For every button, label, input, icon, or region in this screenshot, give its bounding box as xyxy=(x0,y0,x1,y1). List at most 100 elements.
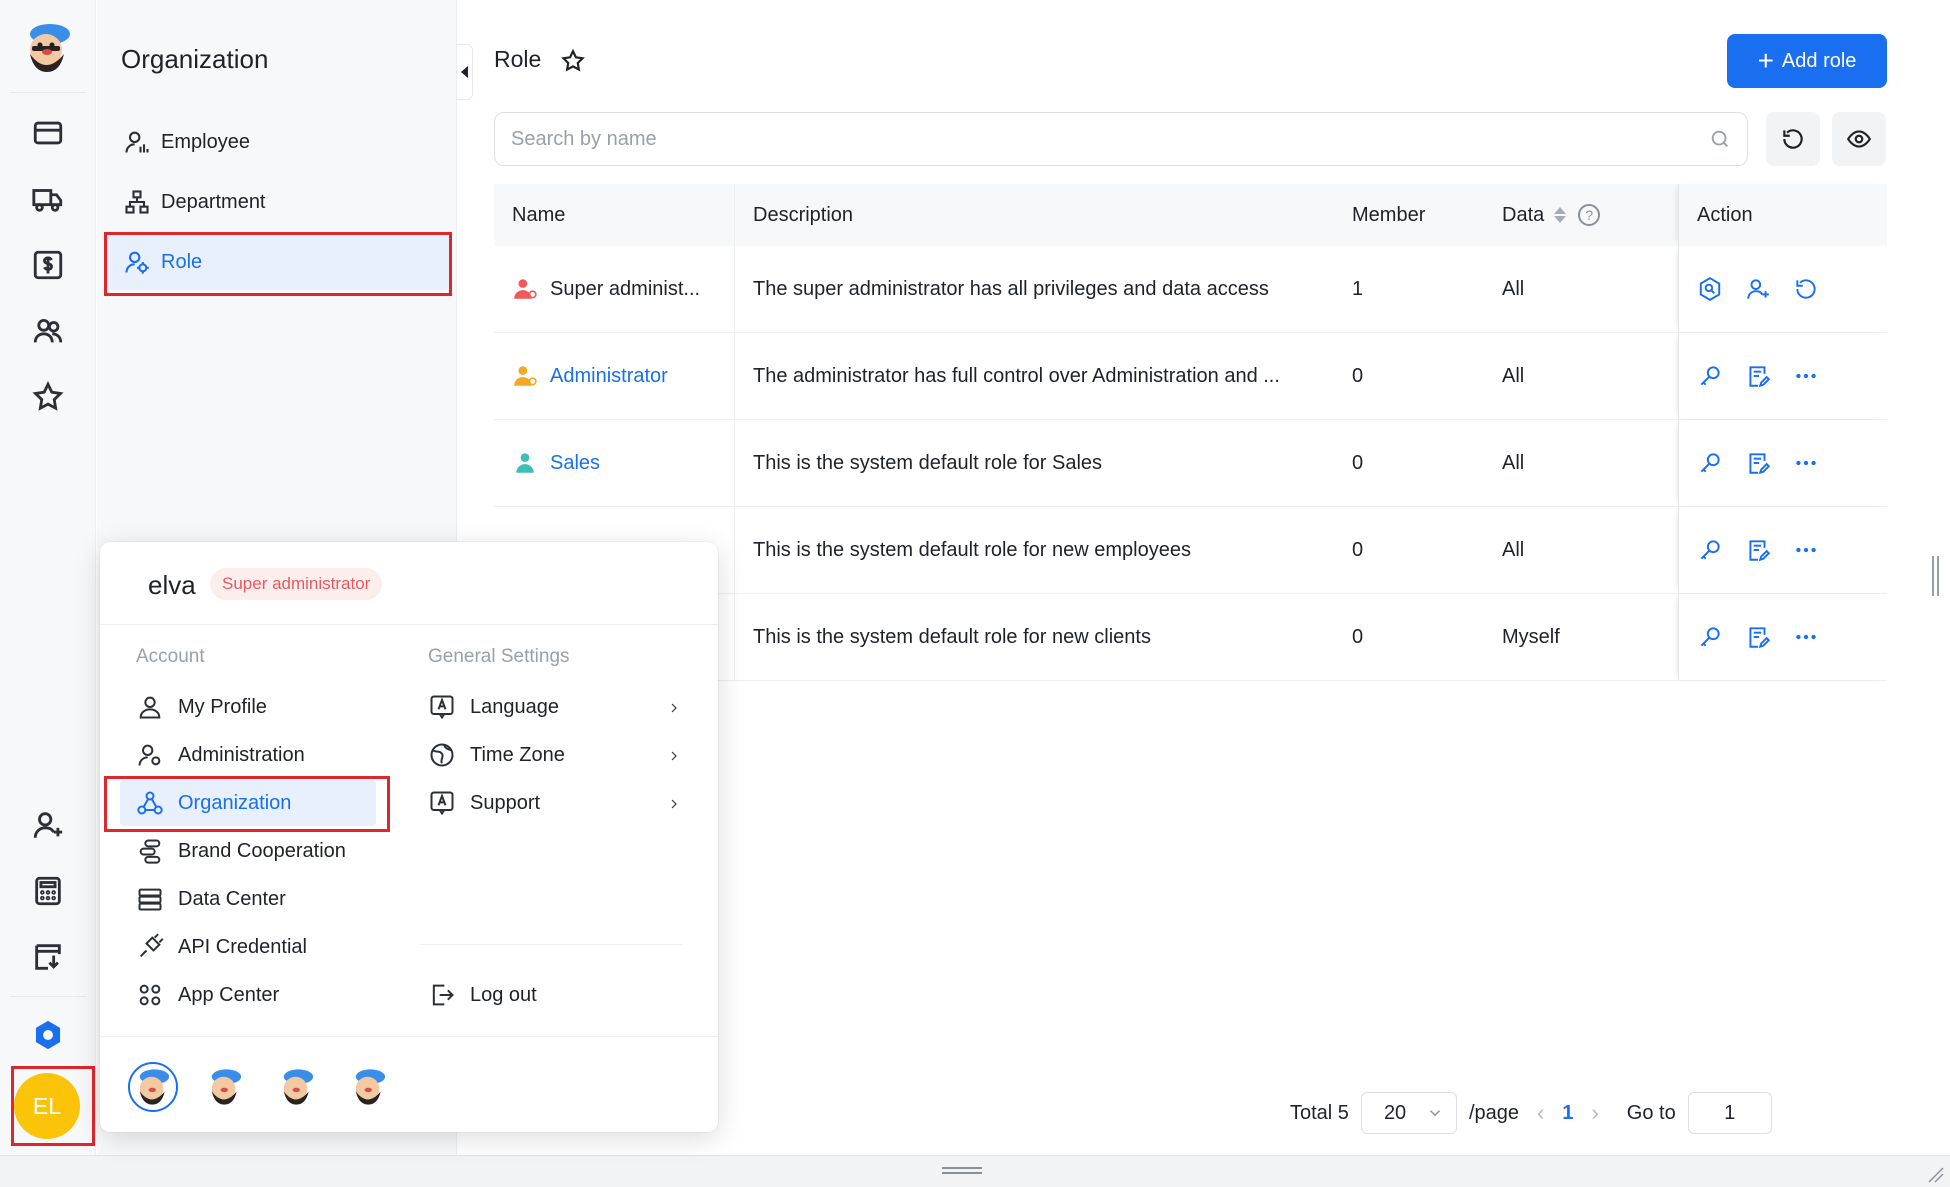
settings-icon[interactable] xyxy=(29,1016,67,1054)
current-page[interactable]: 1 xyxy=(1562,1102,1573,1125)
menu-item-time-zone[interactable]: Time Zone xyxy=(428,732,682,778)
menu-item-language[interactable]: Language xyxy=(428,684,682,730)
add-role-button[interactable]: + Add role xyxy=(1727,34,1887,88)
avatar-option[interactable] xyxy=(128,1062,178,1112)
rail-divider xyxy=(10,996,86,997)
menu-item-app-center[interactable]: App Center xyxy=(136,972,396,1018)
role-data-scope: All xyxy=(1502,277,1525,300)
more-options-icon[interactable] xyxy=(1793,363,1819,389)
edit-document-icon[interactable] xyxy=(1745,624,1771,650)
menu-item-label: Data Center xyxy=(178,887,286,910)
resize-corner-icon[interactable] xyxy=(1926,1165,1944,1183)
menu-item-my-profile[interactable]: My Profile xyxy=(136,684,396,730)
org-item-department[interactable]: Department xyxy=(105,174,449,230)
add-user-icon[interactable] xyxy=(29,806,67,844)
role-name-link[interactable]: Administrator xyxy=(550,365,668,388)
search-input[interactable] xyxy=(511,127,1709,151)
more-options-icon[interactable] xyxy=(1793,624,1819,650)
search-icon[interactable] xyxy=(1709,128,1731,150)
menu-item-data-center[interactable]: Data Center xyxy=(136,876,396,922)
logout-button[interactable]: Log out xyxy=(428,972,682,1018)
scrollbar-handle[interactable] xyxy=(1932,556,1939,596)
star-icon[interactable] xyxy=(29,378,67,416)
role-name-link[interactable]: Sales xyxy=(550,452,600,475)
menu-item-api-credential[interactable]: API Credential xyxy=(136,924,396,970)
org-item-role[interactable]: Role xyxy=(105,234,449,290)
key-icon[interactable] xyxy=(1697,537,1723,563)
role-person-icon xyxy=(514,279,537,299)
role-description-cell: This is the system default role for new … xyxy=(734,507,1334,593)
user-role-badge: Super administrator xyxy=(210,568,383,600)
more-options-icon[interactable] xyxy=(1793,450,1819,476)
admin-icon xyxy=(138,744,161,766)
view-toggle-button[interactable] xyxy=(1832,112,1886,166)
chevron-right-icon xyxy=(666,747,682,763)
download-box-icon[interactable] xyxy=(29,938,67,976)
menu-item-support[interactable]: Support xyxy=(428,780,682,826)
role-description: The administrator has full control over … xyxy=(753,364,1280,387)
menu-item-administration[interactable]: Administration xyxy=(136,732,396,778)
popup-divider xyxy=(100,1036,718,1037)
help-icon[interactable]: ? xyxy=(1578,204,1601,226)
org-item-employee[interactable]: Employee xyxy=(105,114,449,170)
key-icon[interactable] xyxy=(1697,450,1723,476)
collapse-panel-button[interactable] xyxy=(457,44,473,100)
reset-icon[interactable] xyxy=(1793,276,1819,302)
prev-page-icon[interactable]: ‹ xyxy=(1537,1100,1544,1126)
menu-item-brand-cooperation[interactable]: Brand Cooperation xyxy=(136,828,396,874)
refresh-button[interactable] xyxy=(1766,112,1820,166)
favorite-star-icon[interactable] xyxy=(560,48,586,74)
drag-grip-icon[interactable] xyxy=(942,1167,982,1174)
menu-item-label: Language xyxy=(470,695,559,718)
profile-icon xyxy=(139,696,161,719)
sort-icon[interactable] xyxy=(1554,207,1567,223)
table-row: Administrator The administrator has full… xyxy=(494,333,1887,420)
popup-divider xyxy=(420,944,682,945)
role-member-count: 0 xyxy=(1352,451,1364,474)
edit-document-icon[interactable] xyxy=(1745,537,1771,563)
user-menu-popup: elva Super administrator Account General… xyxy=(100,542,718,1132)
role-person-icon xyxy=(514,366,537,386)
next-page-icon[interactable]: › xyxy=(1591,1100,1598,1126)
department-icon xyxy=(125,190,149,214)
role-name[interactable]: Super administ... xyxy=(550,278,700,301)
edit-document-icon[interactable] xyxy=(1745,450,1771,476)
users-icon[interactable] xyxy=(29,312,67,350)
truck-icon[interactable] xyxy=(29,180,67,218)
permission-settings-icon[interactable] xyxy=(1697,276,1723,302)
role-name-cell: Sales xyxy=(494,420,734,506)
role-description: The super administrator has all privileg… xyxy=(753,277,1269,300)
add-role-label: Add role xyxy=(1781,49,1857,72)
key-icon[interactable] xyxy=(1697,624,1723,650)
page-size-select[interactable]: 20 xyxy=(1360,1092,1457,1134)
calculator-icon[interactable] xyxy=(29,872,67,910)
avatar-option[interactable] xyxy=(200,1062,250,1112)
role-data-scope: All xyxy=(1502,451,1525,474)
goto-label: Go to xyxy=(1626,1101,1676,1124)
column-header-data[interactable]: Data ? xyxy=(1484,184,1659,246)
key-icon[interactable] xyxy=(1697,363,1723,389)
row-actions xyxy=(1678,420,1887,506)
role-data-scope: All xyxy=(1502,538,1525,561)
settings-section-title: General Settings xyxy=(428,646,570,667)
add-member-icon[interactable] xyxy=(1745,276,1771,302)
menu-item-organization[interactable]: Organization xyxy=(120,780,376,826)
role-member-count: 0 xyxy=(1352,538,1364,561)
edit-document-icon[interactable] xyxy=(1745,363,1771,389)
card-icon[interactable] xyxy=(29,114,67,152)
more-options-icon[interactable] xyxy=(1793,537,1819,563)
avatar-option[interactable] xyxy=(344,1062,394,1112)
avatar-option[interactable] xyxy=(272,1062,322,1112)
dollar-bill-icon[interactable] xyxy=(29,246,67,284)
goto-page-input[interactable]: 1 xyxy=(1687,1092,1772,1134)
role-description-cell: The administrator has full control over … xyxy=(734,333,1334,419)
user-avatar-button[interactable]: EL xyxy=(14,1073,80,1139)
app-logo[interactable] xyxy=(18,18,78,78)
role-member-count: 0 xyxy=(1352,625,1364,648)
column-header: Member xyxy=(1352,203,1426,226)
page-size-value: 20 xyxy=(1383,1101,1407,1124)
chevron-right-icon xyxy=(666,699,682,715)
role-member-count: 1 xyxy=(1352,277,1364,300)
table-row: Super administ... The super administrato… xyxy=(494,246,1887,333)
row-actions xyxy=(1678,333,1887,419)
